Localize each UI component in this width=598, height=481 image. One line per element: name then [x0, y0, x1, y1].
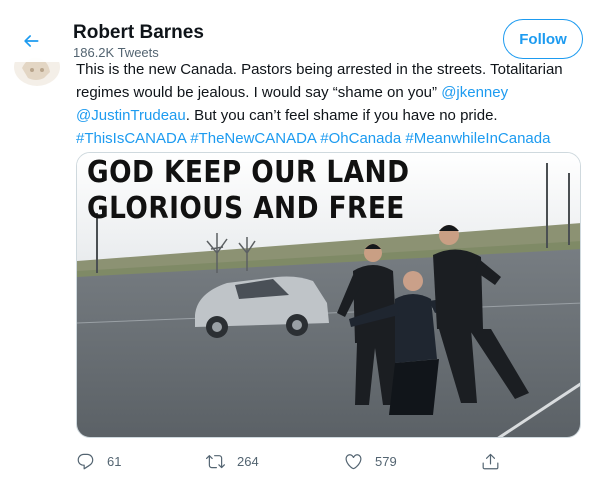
tweet-media-photo[interactable]: GOD KEEP OUR LAND GLORIOUS AND FREE [76, 152, 581, 438]
tweet-actions: 61 264 579 [76, 448, 581, 474]
tweet-text: This is the new Canada. Pastors being ar… [76, 58, 581, 150]
share-icon [482, 453, 499, 469]
hashtag-thisiscanada[interactable]: #ThisIsCANADA [76, 130, 186, 147]
mention-jkenney[interactable]: @jkenney [441, 84, 508, 101]
share-button[interactable] [481, 448, 500, 474]
like-count: 579 [375, 453, 397, 469]
profile-header: Robert Barnes 186.2K Tweets Follow [0, 0, 598, 62]
reply-count: 61 [107, 453, 122, 469]
retweet-count: 264 [237, 453, 259, 469]
tweet-count: 186.2K Tweets [73, 45, 159, 60]
tweet-body-end: . But you can’t feel shame if you have n… [185, 107, 498, 124]
reply-icon [77, 453, 94, 469]
overlay-line-1: GOD KEEP OUR LAND [87, 155, 410, 190]
back-button[interactable] [14, 24, 48, 58]
reply-button[interactable]: 61 [76, 448, 121, 474]
retweet-button[interactable]: 264 [206, 448, 259, 474]
hashtag-ohcanada[interactable]: #OhCanada [320, 130, 401, 147]
like-button[interactable]: 579 [344, 448, 397, 474]
photo-overlay-caption: GOD KEEP OUR LAND GLORIOUS AND FREE [87, 155, 409, 227]
mention-justintrudeau[interactable]: @JustinTrudeau [76, 107, 186, 124]
back-arrow-icon [24, 35, 39, 47]
retweet-icon [206, 454, 225, 468]
hashtag-meanwhileincanada[interactable]: #MeanwhileInCanada [405, 130, 550, 147]
heart-icon [345, 453, 362, 469]
follow-button[interactable]: Follow [503, 19, 583, 59]
hashtag-thenewcanada[interactable]: #TheNewCANADA [190, 130, 316, 147]
overlay-line-2: GLORIOUS AND FREE [87, 191, 405, 226]
profile-name: Robert Barnes [73, 22, 204, 43]
